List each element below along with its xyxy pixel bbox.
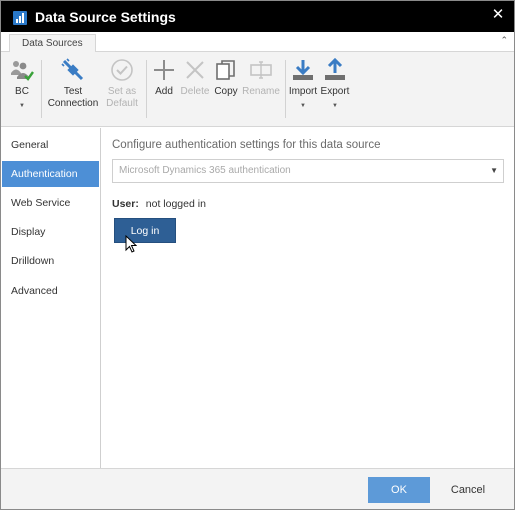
log-in-button[interactable]: Log in — [114, 218, 176, 243]
nav-item-general[interactable]: General — [2, 132, 99, 158]
data-source-settings-dialog: Data Source Settings ✕ Data Sources ⌃ BC… — [0, 0, 515, 510]
panel-heading: Configure authentication settings for th… — [112, 139, 381, 151]
test-label-line1: Test — [63, 86, 83, 97]
close-icon[interactable]: ✕ — [490, 7, 506, 23]
title-bar: Data Source Settings ✕ — [1, 1, 514, 32]
bc-button[interactable]: BC ▼ — [9, 58, 35, 112]
ribbon-divider — [146, 60, 147, 118]
bc-label: BC — [15, 86, 29, 97]
tab-data-sources[interactable]: Data Sources — [9, 34, 96, 53]
export-label: Export — [320, 86, 350, 97]
nav-item-display[interactable]: Display — [2, 219, 99, 245]
set-as-default-button[interactable]: Set as Default — [105, 58, 139, 110]
rename-icon — [250, 61, 272, 79]
ribbon-divider — [285, 60, 286, 118]
authentication-panel: Configure authentication settings for th… — [102, 128, 514, 468]
download-tray-icon — [293, 60, 313, 80]
ok-button[interactable]: OK — [368, 477, 430, 503]
upload-tray-icon — [325, 58, 345, 80]
delete-label: Delete — [180, 86, 210, 97]
check-circle-icon — [111, 59, 133, 81]
authentication-type-select[interactable]: Microsoft Dynamics 365 authentication ▼ — [112, 159, 504, 183]
chevron-down-icon: ▼ — [19, 103, 25, 109]
set-default-label-line1: Set as — [107, 86, 137, 97]
collapse-ribbon-icon[interactable]: ⌃ — [500, 35, 508, 46]
nav-item-drilldown[interactable]: Drilldown — [2, 248, 99, 274]
import-button[interactable]: Import ▼ — [288, 58, 318, 112]
export-button[interactable]: Export ▼ — [320, 58, 350, 112]
settings-nav: General Authentication Web Service Displ… — [1, 128, 101, 468]
ribbon-divider — [41, 60, 42, 118]
cancel-button[interactable]: Cancel — [437, 477, 499, 503]
nav-item-web-service[interactable]: Web Service — [2, 190, 99, 216]
people-check-icon — [11, 61, 34, 81]
nav-item-advanced[interactable]: Advanced — [2, 278, 99, 304]
x-icon — [186, 61, 204, 79]
import-label: Import — [288, 86, 318, 97]
rename-label: Rename — [242, 86, 280, 97]
add-label: Add — [155, 86, 173, 97]
rename-button[interactable]: Rename — [242, 58, 280, 98]
set-default-label-line2: Default — [106, 98, 138, 109]
user-status: User: not logged in — [112, 198, 206, 210]
copy-label: Copy — [214, 86, 238, 97]
authentication-type-value: Microsoft Dynamics 365 authentication — [119, 165, 291, 176]
add-button[interactable]: Add — [152, 58, 176, 98]
test-label-line2: Connection — [47, 98, 99, 109]
copy-icon — [216, 60, 235, 80]
mouse-pointer-icon — [125, 235, 137, 253]
user-label: User: — [112, 198, 139, 210]
delete-button[interactable]: Delete — [180, 58, 210, 98]
user-value: not logged in — [145, 198, 206, 210]
connection-plug-icon — [61, 58, 84, 81]
chevron-down-icon: ▼ — [490, 166, 498, 175]
nav-item-authentication[interactable]: Authentication — [2, 161, 99, 187]
chart-app-icon — [13, 11, 27, 25]
test-connection-button[interactable]: Test Connection — [47, 58, 99, 110]
ribbon: BC ▼ Test Connection Set as Default Add … — [1, 52, 514, 127]
copy-button[interactable]: Copy — [213, 58, 239, 98]
ribbon-tab-row: Data Sources ⌃ — [1, 32, 514, 53]
chevron-down-icon: ▼ — [332, 103, 338, 109]
window-title: Data Source Settings — [35, 9, 176, 25]
chevron-down-icon: ▼ — [300, 103, 306, 109]
plus-icon — [154, 60, 174, 80]
dialog-footer: OK Cancel — [1, 468, 514, 509]
